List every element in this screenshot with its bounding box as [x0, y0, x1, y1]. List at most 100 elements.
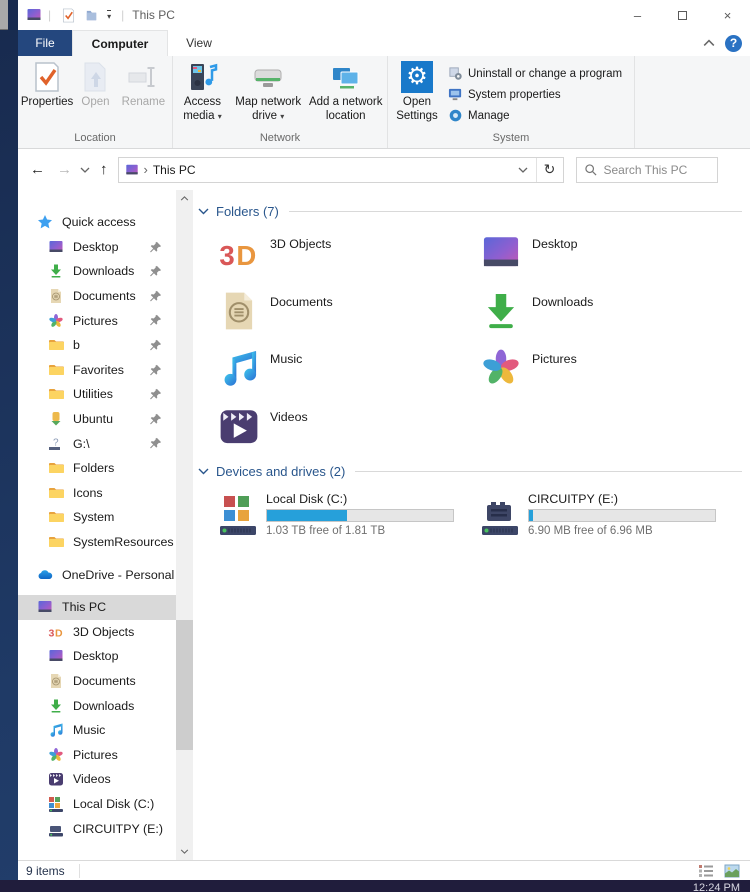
thumbnails-view-button[interactable]	[722, 863, 742, 879]
help-button[interactable]: ?	[725, 35, 742, 52]
back-button[interactable]: ←	[30, 162, 45, 177]
sidebar-label: Icons	[73, 486, 103, 500]
sidebar-item-3d-objects[interactable]: 3D Objects	[18, 620, 176, 645]
sidebar-item-systemresources[interactable]: SystemResources	[18, 530, 176, 555]
downloads-icon	[48, 263, 64, 279]
documents-icon	[48, 288, 64, 304]
breadcrumb[interactable]: This PC	[153, 163, 196, 177]
minimize-ribbon-icon[interactable]	[703, 39, 715, 47]
music-icon	[48, 722, 64, 738]
customize-quick-access-toolbar-icon[interactable]: ▾	[107, 10, 111, 21]
folder-icon	[48, 362, 64, 378]
recent-locations-icon[interactable]	[80, 167, 90, 173]
uninstall-label: Uninstall or change a program	[468, 68, 622, 80]
titlebar: | ▾ | This PC – ×	[18, 0, 750, 30]
folder-item-3d-objects[interactable]: 3D Objects	[218, 230, 480, 288]
thumbnails-view-icon	[724, 864, 740, 878]
add-network-location-button[interactable]: Add a network location	[307, 59, 386, 123]
drives-header-label: Devices and drives (2)	[216, 464, 345, 479]
sidebar-item-icons[interactable]: Icons	[18, 481, 176, 506]
sidebar-item-ubuntu[interactable]: Ubuntu	[18, 407, 176, 432]
ribbon-group-network: Access media ▾ Map network drive ▾ Add a…	[173, 56, 388, 148]
sidebar-gap	[18, 587, 176, 595]
sidebar-item-local-disk-c[interactable]: Local Disk (C:)	[18, 792, 176, 817]
folder-item-downloads[interactable]: Downloads	[480, 288, 742, 346]
drive-usage-fill	[267, 510, 347, 521]
sidebar-item-favorites[interactable]: Favorites	[18, 358, 176, 383]
sidebar-item-pictures[interactable]: Pictures	[18, 742, 176, 767]
forward-button[interactable]: →	[57, 162, 72, 177]
3d-objects-icon	[218, 232, 260, 274]
taskbar-clock[interactable]: 12:24 PM	[693, 882, 740, 892]
pin-icon	[149, 290, 162, 303]
quick-access-properties-icon[interactable]	[61, 8, 76, 23]
drive-item-local-disk-c[interactable]: Local Disk (C:) 1.03 TB free of 1.81 TB	[218, 492, 480, 554]
sidebar-item-videos[interactable]: Videos	[18, 767, 176, 792]
folder-item-pictures[interactable]: Pictures	[480, 345, 742, 403]
sidebar-item-g-drive[interactable]: G:\	[18, 431, 176, 456]
map-network-drive-button[interactable]: Map network drive ▾	[230, 59, 307, 123]
ribbon-group-location: Properties Open Rename Location	[18, 56, 173, 148]
address-dropdown-icon[interactable]	[518, 167, 528, 173]
videos-icon	[218, 405, 260, 447]
sidebar-item-circuitpy-e[interactable]: CIRCUITPY (E:)	[18, 816, 176, 841]
sidebar-label: Desktop	[73, 649, 118, 663]
sidebar-item-b[interactable]: b	[18, 333, 176, 358]
folder-item-documents[interactable]: Documents	[218, 288, 480, 346]
sidebar-item-onedrive[interactable]: OneDrive - Personal	[18, 562, 176, 587]
search-input[interactable]	[604, 163, 709, 177]
folders-section-header[interactable]: Folders (7)	[198, 202, 742, 220]
close-button[interactable]: ×	[705, 0, 750, 30]
folder-item-videos[interactable]: Videos	[218, 403, 480, 461]
taskbar[interactable]: 12:24 PM	[0, 880, 750, 892]
sidebar-item-desktop[interactable]: Desktop	[18, 644, 176, 669]
sidebar-item-documents-pinned[interactable]: Documents	[18, 284, 176, 309]
sidebar-item-system[interactable]: System	[18, 505, 176, 530]
maximize-button[interactable]	[660, 0, 705, 30]
refresh-button[interactable]: ↻	[537, 161, 563, 178]
sidebar-item-utilities[interactable]: Utilities	[18, 382, 176, 407]
properties-button[interactable]: Properties	[20, 59, 74, 110]
system-properties-button[interactable]: System properties	[444, 84, 626, 105]
documents-icon	[218, 290, 260, 332]
collapse-chevron-icon	[198, 468, 209, 475]
search-box[interactable]	[576, 157, 718, 183]
drives-section-header[interactable]: Devices and drives (2)	[198, 462, 742, 480]
collapse-chevron-icon	[198, 208, 209, 215]
scroll-down-arrow[interactable]	[176, 843, 193, 860]
manage-button[interactable]: Manage	[444, 105, 626, 126]
breadcrumb-separator-icon: ›	[144, 162, 148, 177]
drive-item-circuitpy-e[interactable]: CIRCUITPY (E:) 6.90 MB free of 6.96 MB	[480, 492, 742, 554]
details-view-button[interactable]	[696, 863, 716, 879]
tab-computer[interactable]: Computer	[72, 30, 168, 56]
address-box[interactable]: › This PC ↻	[118, 157, 564, 183]
scrollbar-thumb[interactable]	[176, 620, 193, 750]
sidebar-item-downloads[interactable]: Downloads	[18, 693, 176, 718]
up-button[interactable]: ↑	[100, 162, 108, 177]
sidebar-item-pictures-pinned[interactable]: Pictures	[18, 308, 176, 333]
tab-view[interactable]: View	[168, 30, 230, 56]
open-button[interactable]: Open	[74, 59, 117, 110]
folder-item-desktop[interactable]: Desktop	[480, 230, 742, 288]
sidebar-item-quick-access[interactable]: Quick access	[18, 210, 176, 235]
rename-button[interactable]: Rename	[117, 59, 170, 110]
sidebar-item-downloads-pinned[interactable]: Downloads	[18, 259, 176, 284]
folder-item-music[interactable]: Music	[218, 345, 480, 403]
navigation-scrollbar[interactable]	[176, 190, 193, 860]
tab-file[interactable]: File	[18, 30, 72, 56]
sidebar-item-this-pc[interactable]: This PC	[18, 595, 176, 620]
titlebar-separator: |	[48, 8, 51, 22]
sidebar-item-documents[interactable]: Documents	[18, 669, 176, 694]
onedrive-cloud-icon	[37, 567, 53, 583]
scroll-up-arrow[interactable]	[176, 190, 193, 207]
uninstall-program-button[interactable]: Uninstall or change a program	[444, 63, 626, 84]
sidebar-item-music[interactable]: Music	[18, 718, 176, 743]
drive-free-space: 6.90 MB free of 6.96 MB	[528, 525, 716, 537]
open-label: Open	[81, 96, 109, 110]
open-settings-button[interactable]: ⚙ Open Settings	[390, 59, 444, 123]
sidebar-item-folders[interactable]: Folders	[18, 456, 176, 481]
quick-access-folder-icon[interactable]	[84, 8, 99, 23]
minimize-button[interactable]: –	[615, 0, 660, 30]
access-media-button[interactable]: Access media ▾	[175, 59, 230, 123]
sidebar-item-desktop-pinned[interactable]: Desktop	[18, 235, 176, 260]
